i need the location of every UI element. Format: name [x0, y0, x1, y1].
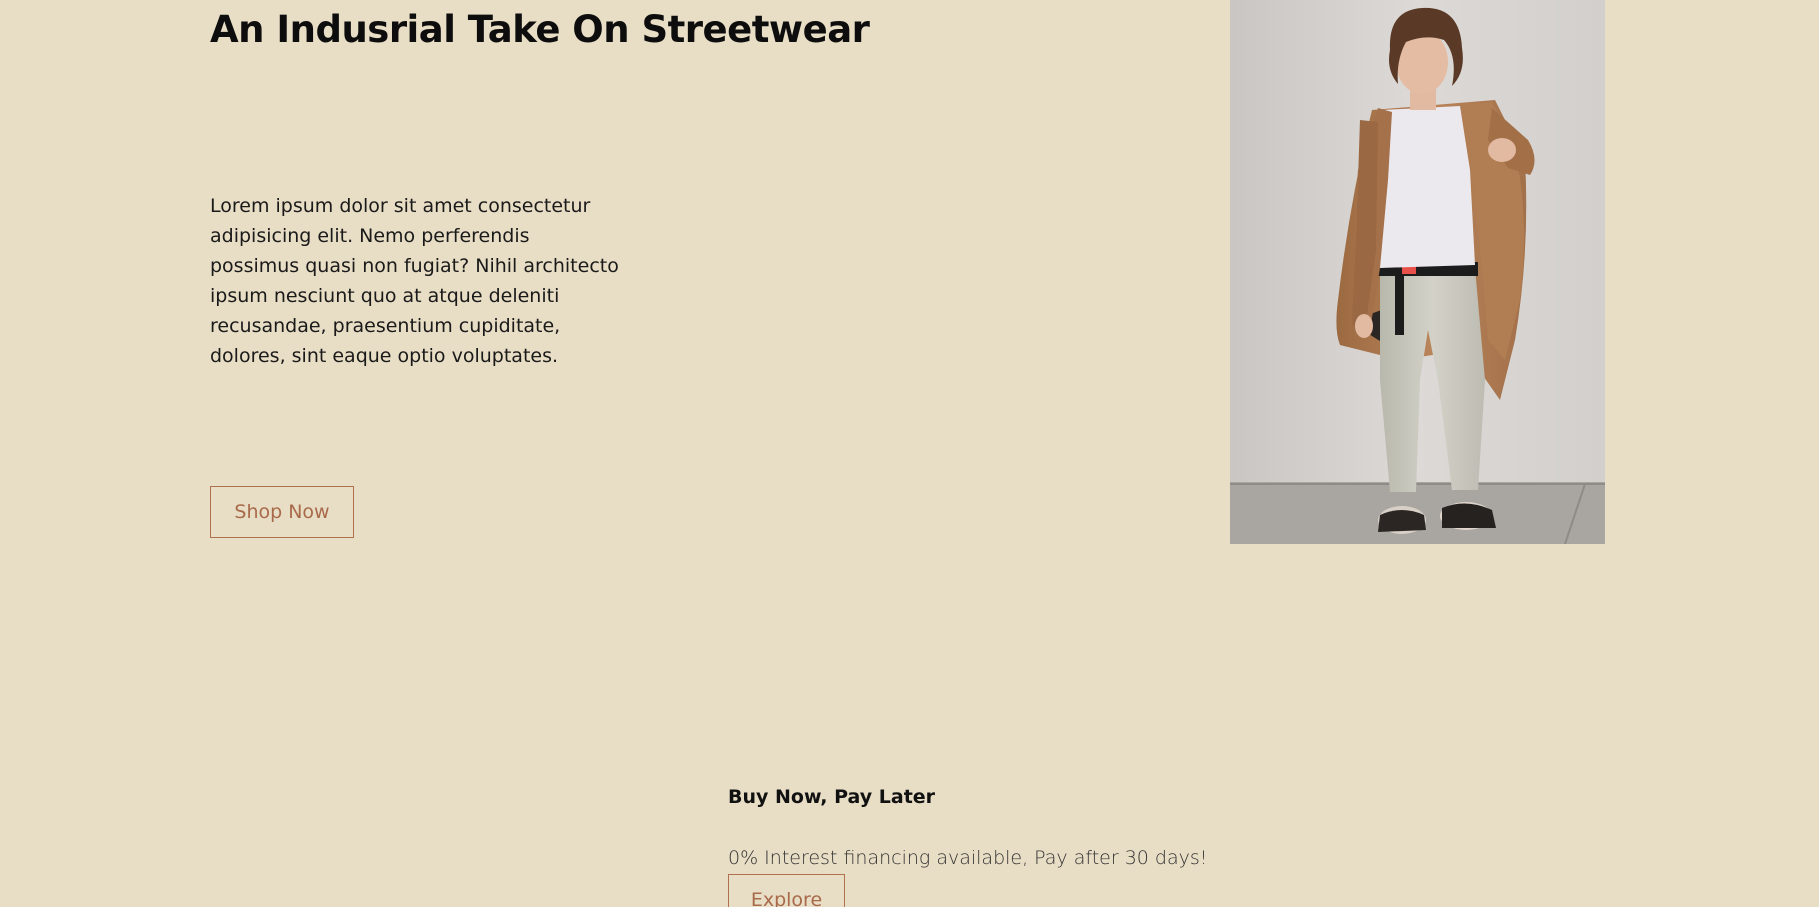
shop-now-button[interactable]: Shop Now: [210, 486, 354, 538]
explore-button[interactable]: Explore: [728, 874, 845, 907]
landing-page: An Indusrial Take On Streetwear Lorem ip…: [0, 0, 1819, 907]
promo-title: Buy Now, Pay Later: [728, 786, 936, 808]
hero-model-photo: [1230, 0, 1605, 544]
hero-title: An Indusrial Take On Streetwear: [210, 8, 870, 51]
promo-description: 0% Interest financing available, Pay aft…: [728, 847, 1208, 869]
hero-description: Lorem ipsum dolor sit amet consectetur a…: [210, 195, 619, 367]
